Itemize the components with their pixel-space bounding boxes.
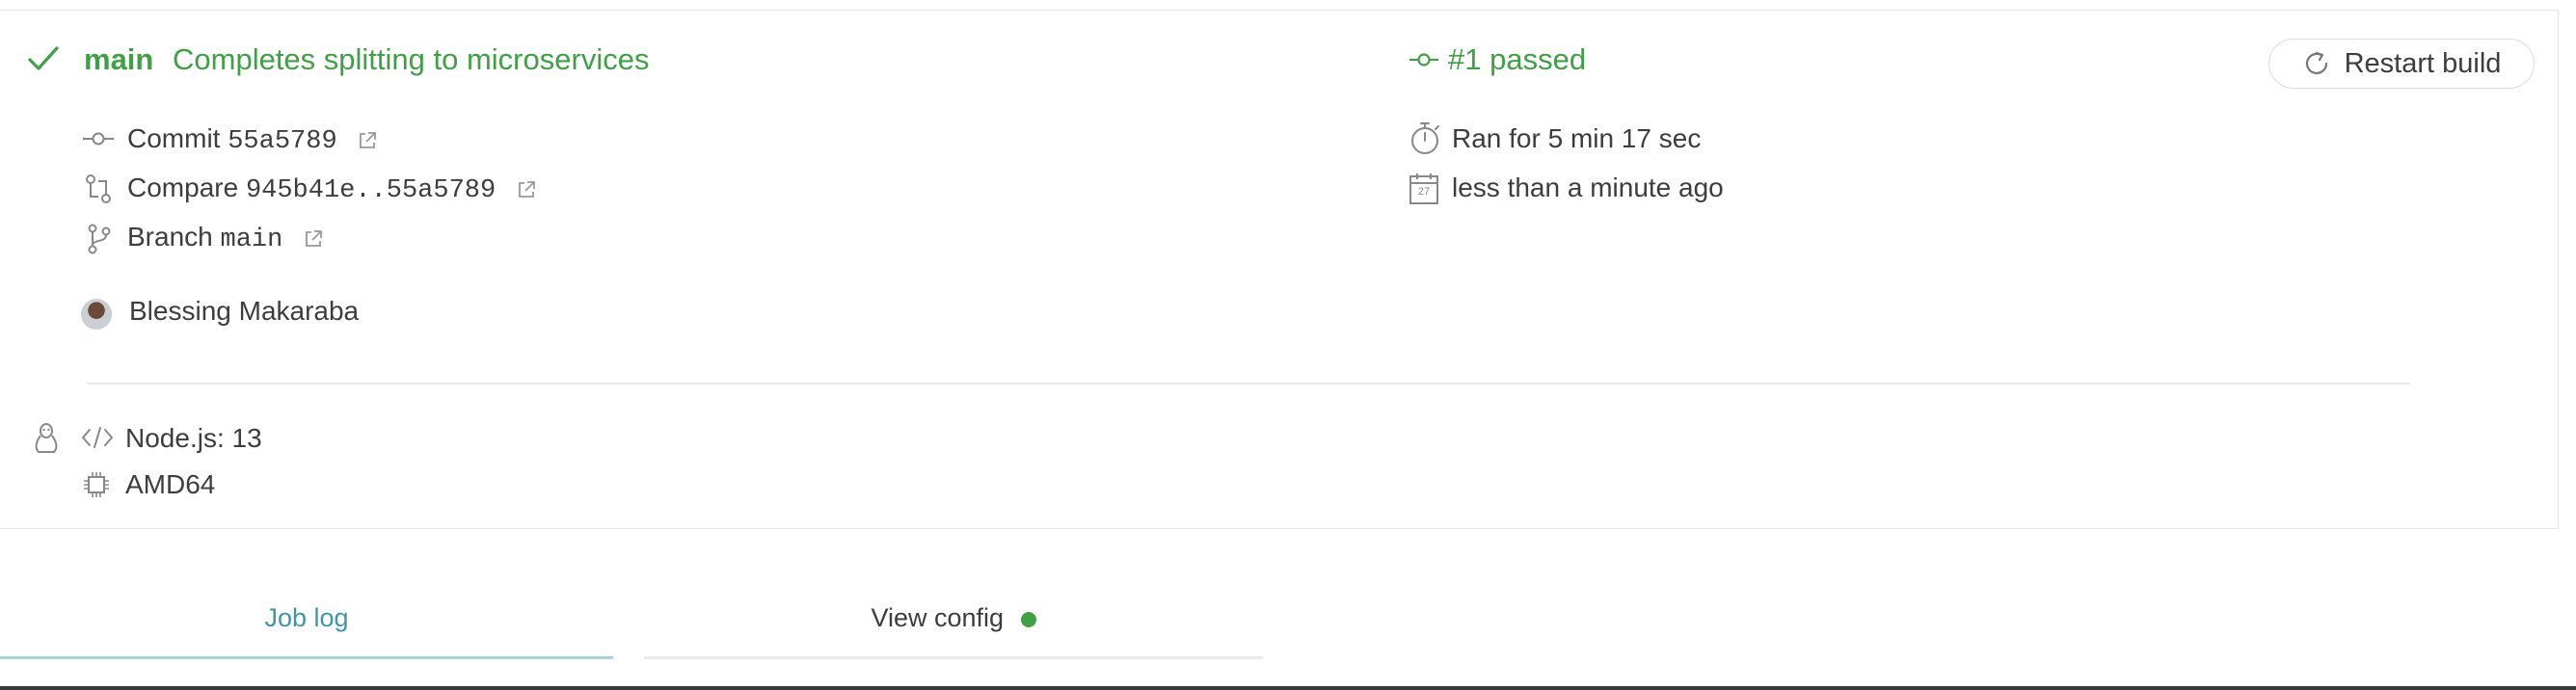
job-language: Node.js: 13 [125,423,262,453]
compare-icon [85,173,112,204]
commit-message[interactable]: Completes splitting to microservices [173,42,649,77]
branch-value[interactable]: main [221,226,283,254]
compare-row[interactable]: Compare 945b41e..55a5789 [127,172,536,205]
code-icon [81,426,114,449]
commit-icon [83,131,114,146]
tab-job-log-label: Job log [264,603,349,632]
tab-job-log[interactable]: Job log [0,578,613,659]
finished-time: less than a minute ago [1452,172,1724,202]
external-link-icon[interactable] [517,180,536,199]
restart-build-button[interactable]: Restart build [2268,39,2535,89]
check-icon [27,44,60,73]
header-branch-link[interactable]: main [84,42,153,77]
job-arch: AMD64 [125,469,216,499]
build-duration: Ran for 5 min 17 sec [1452,123,1702,153]
calendar-day: 27 [1417,186,1431,198]
external-link-icon[interactable] [304,229,323,249]
branch-label: Branch [127,222,213,252]
commit-label: Commit [127,123,221,153]
job-log-top-border [0,686,2576,690]
tab-inactive-underline [644,656,1263,659]
restart-icon [2302,49,2331,78]
branch-row[interactable]: Branch main [127,222,323,254]
build-summary-card [0,10,2559,529]
author-name: Blessing Makaraba [129,296,360,326]
section-divider [87,383,2410,385]
calendar-icon: 27 [1409,173,1438,204]
external-link-icon[interactable] [358,131,377,150]
tab-view-config[interactable]: View config [644,578,1263,659]
tab-active-underline [0,656,613,659]
commit-row[interactable]: Commit 55a5789 [127,123,377,156]
tab-view-config-row: View config [644,603,1263,633]
commit-sha[interactable]: 55a5789 [228,127,336,156]
avatar [81,299,112,330]
tab-view-config-label: View config [871,603,1005,632]
cpu-icon [83,471,110,498]
compare-range[interactable]: 945b41e..55a5789 [246,176,496,205]
linux-icon [33,422,60,455]
branch-icon [87,224,112,254]
stopwatch-icon [1409,119,1442,156]
restart-build-label: Restart build [2344,47,2502,79]
commit-icon [1409,52,1438,67]
compare-label: Compare [127,172,239,202]
status-dot-icon [1020,611,1036,627]
build-status-link[interactable]: #1 passed [1448,42,1586,77]
